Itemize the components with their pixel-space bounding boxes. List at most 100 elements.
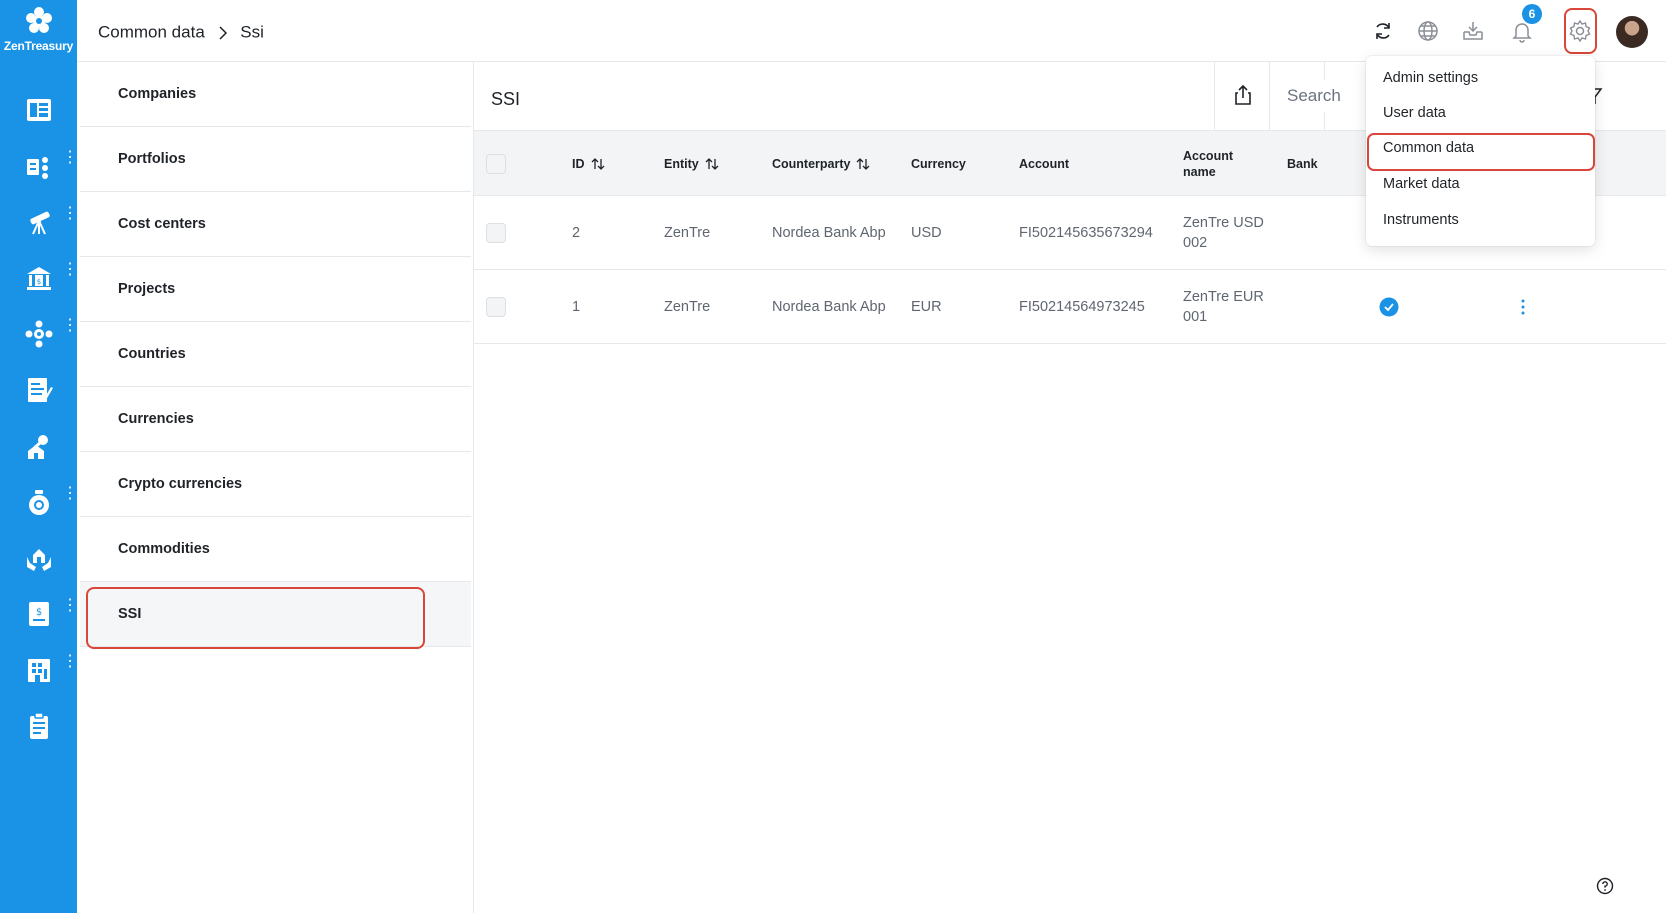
menu-item-instruments[interactable]: Instruments: [1383, 212, 1459, 228]
globe-icon[interactable]: [1416, 19, 1440, 43]
cell-currency: USD: [911, 225, 942, 241]
column-header-counterparty[interactable]: Counterparty: [772, 131, 870, 197]
row-select-cell: [486, 196, 506, 270]
cell-account-name: ZenTre EUR 001: [1183, 270, 1264, 344]
svg-text:$: $: [36, 607, 42, 618]
svg-text:$: $: [37, 278, 41, 286]
more-menu-icon[interactable]: ⋮: [62, 150, 78, 178]
brand[interactable]: ZenTreasury: [0, 6, 77, 53]
breadcrumb-parent[interactable]: Common data: [98, 23, 205, 42]
column-header-id[interactable]: ID: [572, 131, 605, 197]
rail-item-reports[interactable]: ⋮: [0, 144, 78, 188]
cell-id: 2: [572, 225, 581, 241]
left-nav-rail: ZenTreasury ⋮ ⋮ $ ⋮ ⋮ ⋮ $ ⋮ ⋮: [0, 0, 78, 913]
cell-text: 002: [1183, 235, 1208, 251]
column-label: Account: [1183, 149, 1233, 163]
select-all-cell: [486, 131, 506, 197]
rail-item-document-dollar[interactable]: [0, 368, 77, 412]
select-all-checkbox[interactable]: [486, 154, 506, 174]
side-item-companies[interactable]: Companies: [80, 62, 471, 127]
brand-name: ZenTreasury: [3, 39, 74, 53]
cell-counterparty: Nordea Bank Abp: [772, 299, 886, 315]
reports-icon: [27, 157, 48, 179]
ssi-highlight: [86, 587, 425, 649]
document-dollar-icon: [28, 378, 53, 402]
cell-currency: EUR: [911, 299, 942, 315]
cell-counterparty: Nordea Bank Abp: [772, 225, 886, 241]
rail-item-house-key[interactable]: [0, 424, 77, 468]
rail-item-dashboard[interactable]: [0, 88, 77, 132]
rail-item-money-bag[interactable]: ⋮: [0, 480, 78, 524]
more-menu-icon[interactable]: ⋮: [62, 598, 78, 626]
refresh-icon[interactable]: [1371, 19, 1395, 43]
sort-icon[interactable]: [591, 157, 605, 171]
building-icon: [28, 659, 50, 682]
side-item-currencies[interactable]: Currencies: [80, 387, 471, 452]
menu-item-market-data[interactable]: Market data: [1383, 176, 1460, 192]
rail-item-ledger[interactable]: $ ⋮: [0, 592, 78, 636]
column-header-entity[interactable]: Entity: [664, 131, 719, 197]
cell-text: 001: [1183, 309, 1208, 325]
more-menu-icon[interactable]: ⋮: [62, 654, 78, 682]
telescope-icon: [30, 211, 50, 235]
row-select-cell: [486, 270, 506, 344]
more-menu-icon[interactable]: ⋮: [62, 318, 78, 346]
gear-icon[interactable]: [1568, 19, 1592, 43]
side-item-cost-centers[interactable]: Cost centers: [80, 192, 471, 257]
sort-icon[interactable]: [856, 157, 870, 171]
check-circle-icon: [1379, 297, 1399, 317]
cell-account: FI502145635673294: [1019, 225, 1153, 241]
cell-entity: ZenTre: [664, 225, 711, 241]
hands-house-icon: [27, 549, 51, 571]
common-data-list: Companies Portfolios Cost centers Projec…: [80, 62, 471, 647]
more-menu-icon[interactable]: ⋮: [62, 206, 78, 234]
more-menu-icon[interactable]: ⋮: [62, 262, 78, 290]
more-menu-icon[interactable]: ⋮: [62, 486, 78, 514]
chevron-right-icon: [218, 25, 227, 40]
avatar[interactable]: [1616, 16, 1648, 48]
kebab-menu-icon[interactable]: [1520, 299, 1526, 315]
column-header-account-name[interactable]: Account name: [1183, 131, 1233, 197]
side-item-commodities[interactable]: Commodities: [80, 517, 471, 582]
side-item-countries[interactable]: Countries: [80, 322, 471, 387]
column-label: Counterparty: [772, 157, 851, 171]
dashboard-icon: [27, 99, 51, 121]
column-header-account[interactable]: Account: [1019, 131, 1069, 197]
table-row[interactable]: 1 ZenTre Nordea Bank Abp EUR FI502145649…: [474, 270, 1666, 344]
row-checkbox[interactable]: [486, 297, 506, 317]
side-item-projects[interactable]: Projects: [80, 257, 471, 322]
zentreasury-logo-icon: [25, 7, 52, 33]
rail-item-hands-house[interactable]: [0, 536, 77, 580]
download-tray-icon[interactable]: [1461, 19, 1485, 43]
side-item-portfolios[interactable]: Portfolios: [80, 127, 471, 192]
cell-account: FI50214564973245: [1019, 299, 1145, 315]
export-button[interactable]: [1214, 62, 1269, 130]
rail-item-network[interactable]: ⋮: [0, 312, 78, 356]
cell-id: 1: [572, 299, 581, 315]
sort-icon[interactable]: [705, 157, 719, 171]
bank-icon: $: [27, 267, 51, 290]
column-header-currency[interactable]: Currency: [911, 131, 966, 197]
row-checkbox[interactable]: [486, 223, 506, 243]
rail-item-clipboard[interactable]: [0, 704, 77, 748]
rail-item-telescope[interactable]: ⋮: [0, 200, 78, 244]
menu-item-user-data[interactable]: User data: [1383, 105, 1446, 121]
page-title: SSI: [491, 89, 521, 109]
cell-row-actions: [1520, 270, 1526, 344]
help-icon[interactable]: [1596, 877, 1614, 895]
side-item-crypto-currencies[interactable]: Crypto currencies: [80, 452, 471, 517]
cell-entity: ZenTre: [664, 299, 711, 315]
share-icon: [1235, 84, 1251, 105]
cell-account-name: ZenTre USD 002: [1183, 196, 1264, 270]
breadcrumb-current: Ssi: [240, 22, 264, 42]
rail-item-building[interactable]: ⋮: [0, 648, 78, 692]
cell-text: ZenTre USD: [1183, 215, 1264, 231]
network-icon: [25, 320, 53, 348]
common-data-highlight: [1367, 133, 1595, 171]
cell-bank-verified: [1379, 270, 1399, 344]
menu-item-admin-settings[interactable]: Admin settings: [1383, 70, 1478, 86]
rail-item-bank[interactable]: $ ⋮: [0, 256, 78, 300]
money-bag-icon: [29, 490, 49, 515]
column-header-bank[interactable]: Bank: [1287, 131, 1318, 197]
search-input[interactable]: [1287, 80, 1347, 112]
